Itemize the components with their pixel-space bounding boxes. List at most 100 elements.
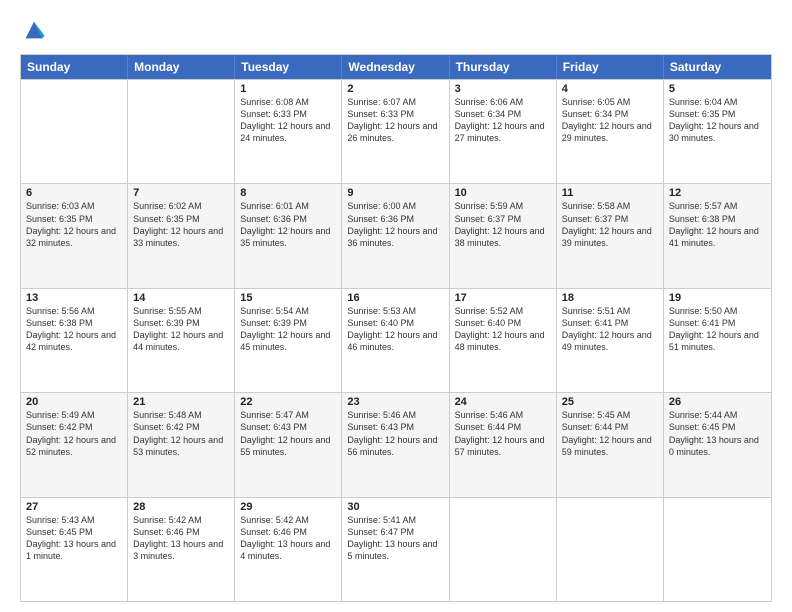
cell-info: Sunrise: 5:52 AM Sunset: 6:40 PM Dayligh… [455,305,551,354]
logo [20,16,52,44]
cell-info: Sunrise: 5:53 AM Sunset: 6:40 PM Dayligh… [347,305,443,354]
day-number: 1 [240,83,336,95]
weekday-header: Friday [557,55,664,79]
calendar-cell: 20Sunrise: 5:49 AM Sunset: 6:42 PM Dayli… [21,393,128,496]
cell-info: Sunrise: 6:06 AM Sunset: 6:34 PM Dayligh… [455,96,551,145]
cell-info: Sunrise: 5:49 AM Sunset: 6:42 PM Dayligh… [26,409,122,458]
day-number: 2 [347,83,443,95]
day-number: 13 [26,292,122,304]
day-number: 26 [669,396,766,408]
day-number: 27 [26,501,122,513]
cell-info: Sunrise: 5:42 AM Sunset: 6:46 PM Dayligh… [133,514,229,563]
day-number: 29 [240,501,336,513]
cell-info: Sunrise: 6:03 AM Sunset: 6:35 PM Dayligh… [26,200,122,249]
calendar-cell: 25Sunrise: 5:45 AM Sunset: 6:44 PM Dayli… [557,393,664,496]
calendar-cell: 14Sunrise: 5:55 AM Sunset: 6:39 PM Dayli… [128,289,235,392]
calendar-cell: 2Sunrise: 6:07 AM Sunset: 6:33 PM Daylig… [342,80,449,183]
cell-info: Sunrise: 6:08 AM Sunset: 6:33 PM Dayligh… [240,96,336,145]
calendar-cell: 24Sunrise: 5:46 AM Sunset: 6:44 PM Dayli… [450,393,557,496]
cell-info: Sunrise: 6:00 AM Sunset: 6:36 PM Dayligh… [347,200,443,249]
day-number: 23 [347,396,443,408]
day-number: 18 [562,292,658,304]
calendar-cell: 5Sunrise: 6:04 AM Sunset: 6:35 PM Daylig… [664,80,771,183]
calendar-cell: 8Sunrise: 6:01 AM Sunset: 6:36 PM Daylig… [235,184,342,287]
cell-info: Sunrise: 5:59 AM Sunset: 6:37 PM Dayligh… [455,200,551,249]
day-number: 15 [240,292,336,304]
weekday-header: Saturday [664,55,771,79]
cell-info: Sunrise: 5:57 AM Sunset: 6:38 PM Dayligh… [669,200,766,249]
cell-info: Sunrise: 5:44 AM Sunset: 6:45 PM Dayligh… [669,409,766,458]
calendar-cell: 7Sunrise: 6:02 AM Sunset: 6:35 PM Daylig… [128,184,235,287]
calendar-cell: 12Sunrise: 5:57 AM Sunset: 6:38 PM Dayli… [664,184,771,287]
day-number: 7 [133,187,229,199]
cell-info: Sunrise: 5:46 AM Sunset: 6:44 PM Dayligh… [455,409,551,458]
calendar-cell: 16Sunrise: 5:53 AM Sunset: 6:40 PM Dayli… [342,289,449,392]
weekday-header: Tuesday [235,55,342,79]
logo-icon [20,16,48,44]
day-number: 4 [562,83,658,95]
day-number: 12 [669,187,766,199]
weekday-header: Monday [128,55,235,79]
cell-info: Sunrise: 5:48 AM Sunset: 6:42 PM Dayligh… [133,409,229,458]
day-number: 22 [240,396,336,408]
calendar-header: SundayMondayTuesdayWednesdayThursdayFrid… [21,55,771,79]
calendar-row: 20Sunrise: 5:49 AM Sunset: 6:42 PM Dayli… [21,392,771,496]
cell-info: Sunrise: 5:55 AM Sunset: 6:39 PM Dayligh… [133,305,229,354]
day-number: 20 [26,396,122,408]
calendar-cell [128,80,235,183]
day-number: 24 [455,396,551,408]
cell-info: Sunrise: 5:54 AM Sunset: 6:39 PM Dayligh… [240,305,336,354]
calendar-cell: 22Sunrise: 5:47 AM Sunset: 6:43 PM Dayli… [235,393,342,496]
weekday-header: Wednesday [342,55,449,79]
cell-info: Sunrise: 6:02 AM Sunset: 6:35 PM Dayligh… [133,200,229,249]
cell-info: Sunrise: 5:45 AM Sunset: 6:44 PM Dayligh… [562,409,658,458]
header [20,16,772,44]
calendar-row: 1Sunrise: 6:08 AM Sunset: 6:33 PM Daylig… [21,79,771,183]
day-number: 5 [669,83,766,95]
day-number: 16 [347,292,443,304]
calendar-cell: 3Sunrise: 6:06 AM Sunset: 6:34 PM Daylig… [450,80,557,183]
day-number: 6 [26,187,122,199]
weekday-header: Thursday [450,55,557,79]
day-number: 28 [133,501,229,513]
calendar-body: 1Sunrise: 6:08 AM Sunset: 6:33 PM Daylig… [21,79,771,601]
day-number: 14 [133,292,229,304]
calendar-cell: 21Sunrise: 5:48 AM Sunset: 6:42 PM Dayli… [128,393,235,496]
cell-info: Sunrise: 5:46 AM Sunset: 6:43 PM Dayligh… [347,409,443,458]
calendar-row: 27Sunrise: 5:43 AM Sunset: 6:45 PM Dayli… [21,497,771,601]
cell-info: Sunrise: 5:50 AM Sunset: 6:41 PM Dayligh… [669,305,766,354]
cell-info: Sunrise: 6:01 AM Sunset: 6:36 PM Dayligh… [240,200,336,249]
calendar-cell: 29Sunrise: 5:42 AM Sunset: 6:46 PM Dayli… [235,498,342,601]
calendar-cell: 17Sunrise: 5:52 AM Sunset: 6:40 PM Dayli… [450,289,557,392]
calendar-cell: 6Sunrise: 6:03 AM Sunset: 6:35 PM Daylig… [21,184,128,287]
calendar-cell: 1Sunrise: 6:08 AM Sunset: 6:33 PM Daylig… [235,80,342,183]
cell-info: Sunrise: 5:43 AM Sunset: 6:45 PM Dayligh… [26,514,122,563]
calendar-cell: 15Sunrise: 5:54 AM Sunset: 6:39 PM Dayli… [235,289,342,392]
day-number: 25 [562,396,658,408]
day-number: 3 [455,83,551,95]
day-number: 21 [133,396,229,408]
day-number: 10 [455,187,551,199]
calendar-cell: 18Sunrise: 5:51 AM Sunset: 6:41 PM Dayli… [557,289,664,392]
cell-info: Sunrise: 6:04 AM Sunset: 6:35 PM Dayligh… [669,96,766,145]
day-number: 30 [347,501,443,513]
day-number: 9 [347,187,443,199]
calendar-cell: 13Sunrise: 5:56 AM Sunset: 6:38 PM Dayli… [21,289,128,392]
cell-info: Sunrise: 5:42 AM Sunset: 6:46 PM Dayligh… [240,514,336,563]
calendar-cell [450,498,557,601]
calendar-cell [664,498,771,601]
calendar-cell: 9Sunrise: 6:00 AM Sunset: 6:36 PM Daylig… [342,184,449,287]
day-number: 19 [669,292,766,304]
cell-info: Sunrise: 5:58 AM Sunset: 6:37 PM Dayligh… [562,200,658,249]
calendar-row: 13Sunrise: 5:56 AM Sunset: 6:38 PM Dayli… [21,288,771,392]
calendar-cell [557,498,664,601]
calendar-cell: 10Sunrise: 5:59 AM Sunset: 6:37 PM Dayli… [450,184,557,287]
day-number: 8 [240,187,336,199]
calendar: SundayMondayTuesdayWednesdayThursdayFrid… [20,54,772,602]
calendar-cell: 27Sunrise: 5:43 AM Sunset: 6:45 PM Dayli… [21,498,128,601]
cell-info: Sunrise: 5:51 AM Sunset: 6:41 PM Dayligh… [562,305,658,354]
cell-info: Sunrise: 5:47 AM Sunset: 6:43 PM Dayligh… [240,409,336,458]
cell-info: Sunrise: 6:07 AM Sunset: 6:33 PM Dayligh… [347,96,443,145]
day-number: 11 [562,187,658,199]
day-number: 17 [455,292,551,304]
